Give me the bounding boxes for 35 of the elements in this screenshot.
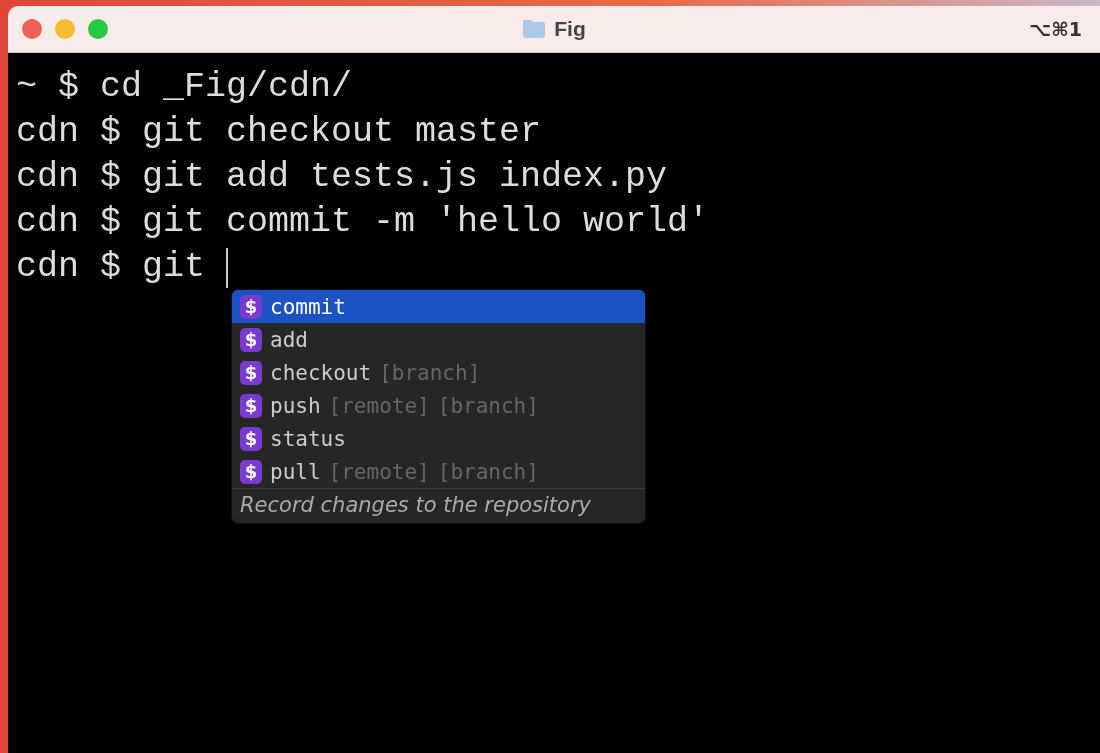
suggestion-item[interactable]: $ push [remote] [branch] <box>232 389 645 422</box>
argument-hint: [remote] <box>328 393 430 418</box>
dollar-icon: $ <box>240 294 262 319</box>
argument-hint: [branch] <box>437 459 539 484</box>
command-text: git checkout master <box>142 111 542 154</box>
dollar-icon: $ <box>240 360 262 385</box>
folder-icon <box>522 19 547 39</box>
suggestion-item[interactable]: $ commit <box>232 290 645 323</box>
argument-hint: [remote] <box>328 459 430 484</box>
shortcut-label: ⌥⌘1 <box>1029 18 1082 40</box>
suggestion-item[interactable]: $ status <box>232 422 645 455</box>
prompt: cdn $ <box>16 246 122 289</box>
window-title: Fig <box>554 17 586 41</box>
dollar-icon: $ <box>240 327 262 352</box>
dollar-icon: $ <box>240 426 262 451</box>
suggestion-item[interactable]: $ checkout [branch] <box>232 356 645 389</box>
suggestion-item[interactable]: $ add <box>232 323 645 356</box>
prompt: cdn $ <box>16 156 122 199</box>
dollar-icon: $ <box>240 459 262 484</box>
text-cursor <box>226 247 229 288</box>
command-text: cd _Fig/cdn/ <box>100 66 353 109</box>
dollar-icon: $ <box>240 393 262 418</box>
zoom-button[interactable] <box>88 19 108 39</box>
suggestion-item[interactable]: $ pull [remote] [branch] <box>232 455 645 488</box>
prompt: ~ $ <box>16 66 79 109</box>
command-text: git commit -m 'hello world' <box>142 201 710 244</box>
description-text: Record changes to the repository <box>232 488 645 523</box>
prompt: cdn $ <box>16 201 122 244</box>
close-button[interactable] <box>22 19 42 39</box>
command-text: git add tests.js index.py <box>142 156 668 199</box>
argument-hint: [branch] <box>379 360 481 385</box>
command-text: git <box>142 246 206 289</box>
argument-hint: [branch] <box>437 393 539 418</box>
minimize-button[interactable] <box>55 19 75 39</box>
prompt: cdn $ <box>16 111 122 154</box>
